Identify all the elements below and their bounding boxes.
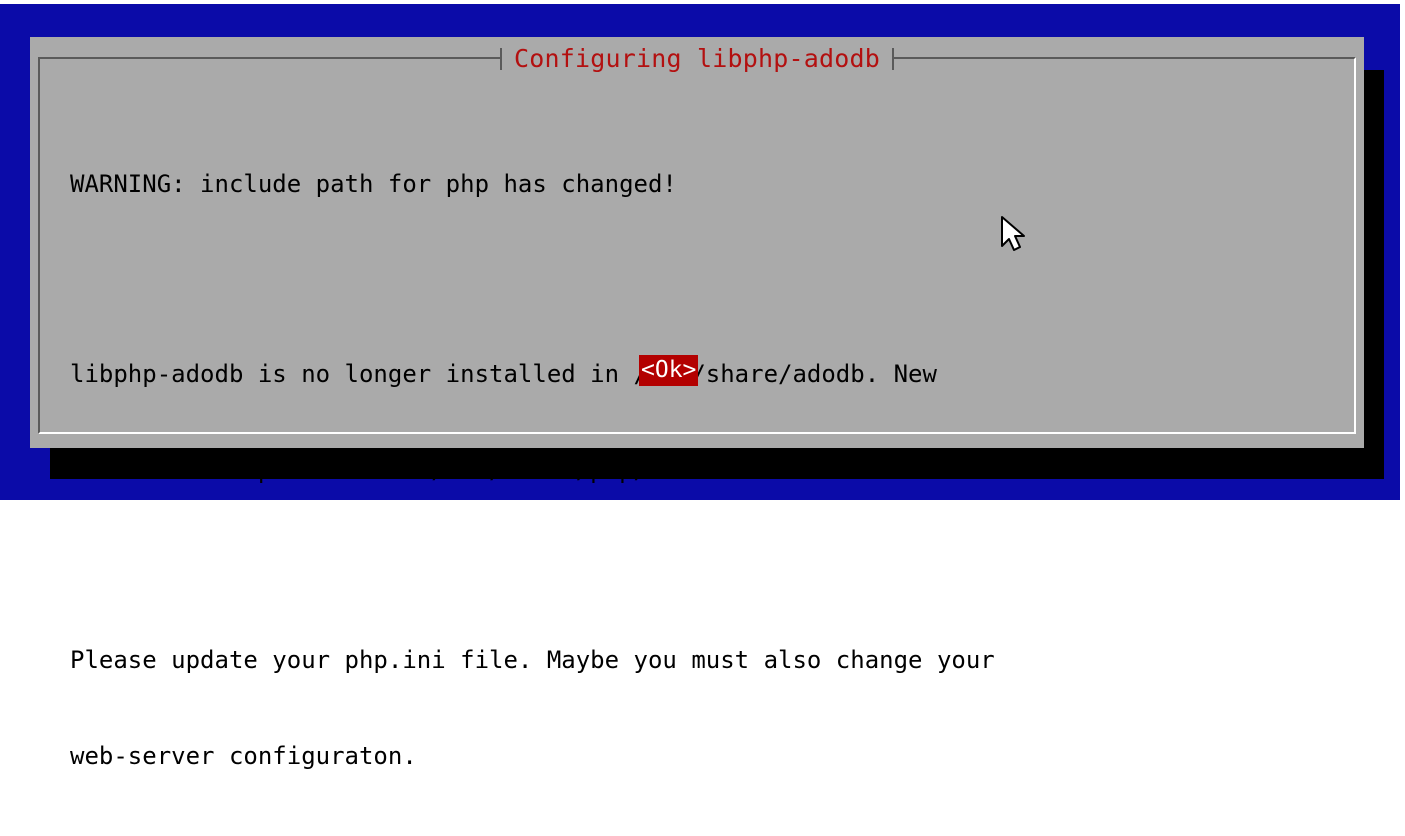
warning-line: WARNING: include path for php has change… <box>70 170 677 198</box>
dialog-title-bar: Configuring libphp-adodb <box>30 45 1364 76</box>
message-line: Please update your php.ini file. Maybe y… <box>70 646 995 674</box>
message-line: web-server configuraton. <box>70 742 417 770</box>
message-line: libphp-adodb is no longer installed in /… <box>70 360 937 388</box>
terminal-screen: Configuring libphp-adodb WARNING: includ… <box>0 4 1400 770</box>
dialog-message: WARNING: include path for php has change… <box>70 104 1330 836</box>
message-gap <box>70 550 1330 580</box>
message-gap <box>70 264 1330 294</box>
ok-button[interactable]: <Ok> <box>639 355 699 386</box>
dialog-title: Configuring libphp-adodb <box>499 45 895 73</box>
mouse-pointer-icon <box>1001 216 1025 251</box>
message-line: installation path is now /usr/share/php/… <box>70 456 735 484</box>
configuration-dialog: Configuring libphp-adodb WARNING: includ… <box>30 37 1364 770</box>
